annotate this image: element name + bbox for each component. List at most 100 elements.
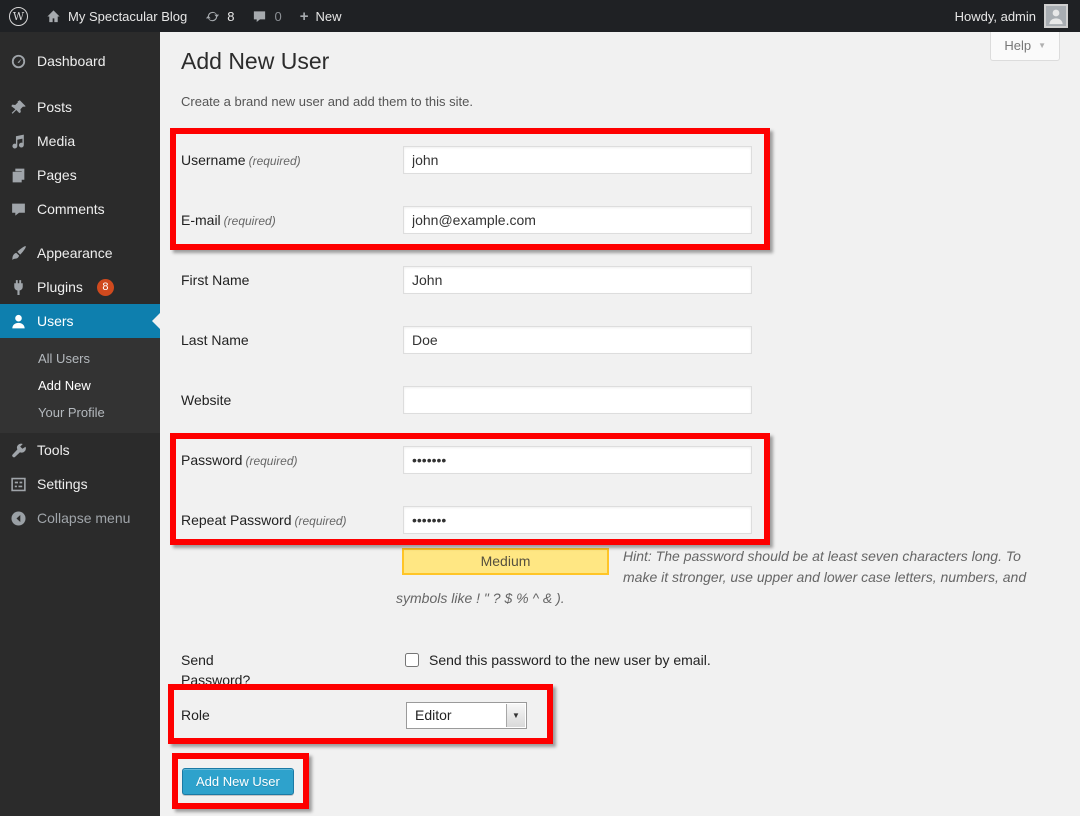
page-description: Create a brand new user and add them to … <box>181 94 473 109</box>
required-note: (required) <box>245 454 297 468</box>
user-icon <box>10 313 27 330</box>
settings-sliders-icon <box>10 476 27 493</box>
sidebar-item-label: Settings <box>37 476 88 492</box>
updates-count: 8 <box>227 9 234 24</box>
collapse-menu-button[interactable]: Collapse menu <box>0 501 160 535</box>
howdy-text[interactable]: Howdy, admin <box>955 9 1036 24</box>
username-row: Username(required) <box>160 146 1080 174</box>
username-label: Username <box>181 152 246 168</box>
sidebar-item-appearance[interactable]: Appearance <box>0 236 160 270</box>
username-input[interactable] <box>403 146 752 174</box>
sidebar-item-plugins[interactable]: Plugins 8 <box>0 270 160 304</box>
users-submenu: All Users Add New Your Profile <box>0 338 160 433</box>
required-note: (required) <box>249 154 301 168</box>
pushpin-icon <box>10 99 27 116</box>
role-select[interactable]: Editor ▼ <box>406 702 527 729</box>
sidebar-item-dashboard[interactable]: Dashboard <box>0 44 160 78</box>
password-input[interactable] <box>403 446 752 474</box>
required-note: (required) <box>224 214 276 228</box>
first-name-label: First Name <box>181 272 249 288</box>
last-name-label: Last Name <box>181 332 249 348</box>
repeat-password-row: Repeat Password(required) <box>160 506 1080 534</box>
page-title: Add New User <box>181 48 329 75</box>
new-label: New <box>315 9 341 24</box>
collapse-menu-label: Collapse menu <box>37 510 130 526</box>
email-row: E-mail(required) <box>160 206 1080 234</box>
avatar-silhouette-icon <box>1046 6 1066 26</box>
submenu-item-your-profile[interactable]: Your Profile <box>0 399 160 426</box>
submenu-item-all-users[interactable]: All Users <box>0 345 160 372</box>
collapse-arrow-icon <box>10 510 27 527</box>
send-password-label: Send Password? <box>181 650 250 690</box>
password-strength-area: Medium Hint: The password should be at l… <box>396 546 1046 609</box>
admin-sidebar: Dashboard Posts Media Pages Comments App… <box>0 32 160 816</box>
role-label: Role <box>181 702 210 729</box>
submenu-item-add-new[interactable]: Add New <box>0 372 160 399</box>
first-name-input[interactable] <box>403 266 752 294</box>
wrench-icon <box>10 442 27 459</box>
role-selected-value: Editor <box>415 703 452 728</box>
pages-icon <box>10 167 27 184</box>
website-row: Website <box>160 386 1080 414</box>
wordpress-logo-icon: W <box>9 7 28 26</box>
sidebar-item-comments[interactable]: Comments <box>0 192 160 226</box>
menu-separator <box>0 226 160 236</box>
site-name: My Spectacular Blog <box>68 9 187 24</box>
plug-icon <box>10 279 27 296</box>
site-menu[interactable]: My Spectacular Blog <box>37 0 196 32</box>
sidebar-item-pages[interactable]: Pages <box>0 158 160 192</box>
sidebar-item-media[interactable]: Media <box>0 124 160 158</box>
sidebar-item-label: Posts <box>37 99 72 115</box>
plugins-update-badge: 8 <box>97 279 114 296</box>
active-menu-arrow <box>152 313 160 329</box>
password-label: Password <box>181 452 242 468</box>
chevron-down-icon: ▼ <box>1038 41 1046 50</box>
last-name-row: Last Name <box>160 326 1080 354</box>
wordpress-menu[interactable]: W <box>0 0 37 32</box>
help-button[interactable]: Help ▼ <box>990 32 1060 61</box>
home-icon <box>46 9 61 24</box>
plus-icon: + <box>300 8 309 25</box>
dashboard-icon <box>10 53 27 70</box>
admin-bar: W My Spectacular Blog 8 0 + New Howdy, a… <box>0 0 1080 32</box>
comments-icon <box>252 9 267 24</box>
sidebar-item-users[interactable]: Users <box>0 304 160 338</box>
password-strength-meter: Medium <box>402 548 609 575</box>
main-content: Add New User Create a brand new user and… <box>160 32 1080 816</box>
sidebar-item-settings[interactable]: Settings <box>0 467 160 501</box>
website-label: Website <box>181 392 231 408</box>
sidebar-item-label: Tools <box>37 442 70 458</box>
sidebar-item-label: Plugins <box>37 279 83 295</box>
help-label: Help <box>1004 38 1031 53</box>
brush-icon <box>10 245 27 262</box>
comments-count: 0 <box>274 9 281 24</box>
sidebar-item-label: Pages <box>37 167 77 183</box>
comment-bubble-icon <box>10 201 27 218</box>
required-note: (required) <box>295 514 347 528</box>
website-input[interactable] <box>403 386 752 414</box>
first-name-row: First Name <box>160 266 1080 294</box>
select-dropdown-button[interactable]: ▼ <box>506 704 525 727</box>
sidebar-item-posts[interactable]: Posts <box>0 90 160 124</box>
email-input[interactable] <box>403 206 752 234</box>
sidebar-item-label: Dashboard <box>37 53 106 69</box>
send-password-checkbox-label[interactable]: Send this password to the new user by em… <box>429 650 711 670</box>
repeat-password-input[interactable] <box>403 506 752 534</box>
media-icon <box>10 133 27 150</box>
last-name-input[interactable] <box>403 326 752 354</box>
sidebar-item-label: Comments <box>37 201 105 217</box>
email-label: E-mail <box>181 212 221 228</box>
updates-menu[interactable]: 8 <box>196 0 243 32</box>
chevron-down-icon: ▼ <box>512 711 520 720</box>
admin-avatar[interactable] <box>1044 4 1068 28</box>
password-row: Password(required) <box>160 446 1080 474</box>
send-password-checkbox[interactable] <box>405 653 419 667</box>
sidebar-item-label: Appearance <box>37 245 113 261</box>
add-new-user-button[interactable]: Add New User <box>182 768 294 795</box>
menu-separator <box>0 78 160 90</box>
comments-menu[interactable]: 0 <box>243 0 290 32</box>
updates-icon <box>205 9 220 24</box>
repeat-password-label: Repeat Password <box>181 512 292 528</box>
new-content-menu[interactable]: + New <box>291 0 351 32</box>
sidebar-item-tools[interactable]: Tools <box>0 433 160 467</box>
